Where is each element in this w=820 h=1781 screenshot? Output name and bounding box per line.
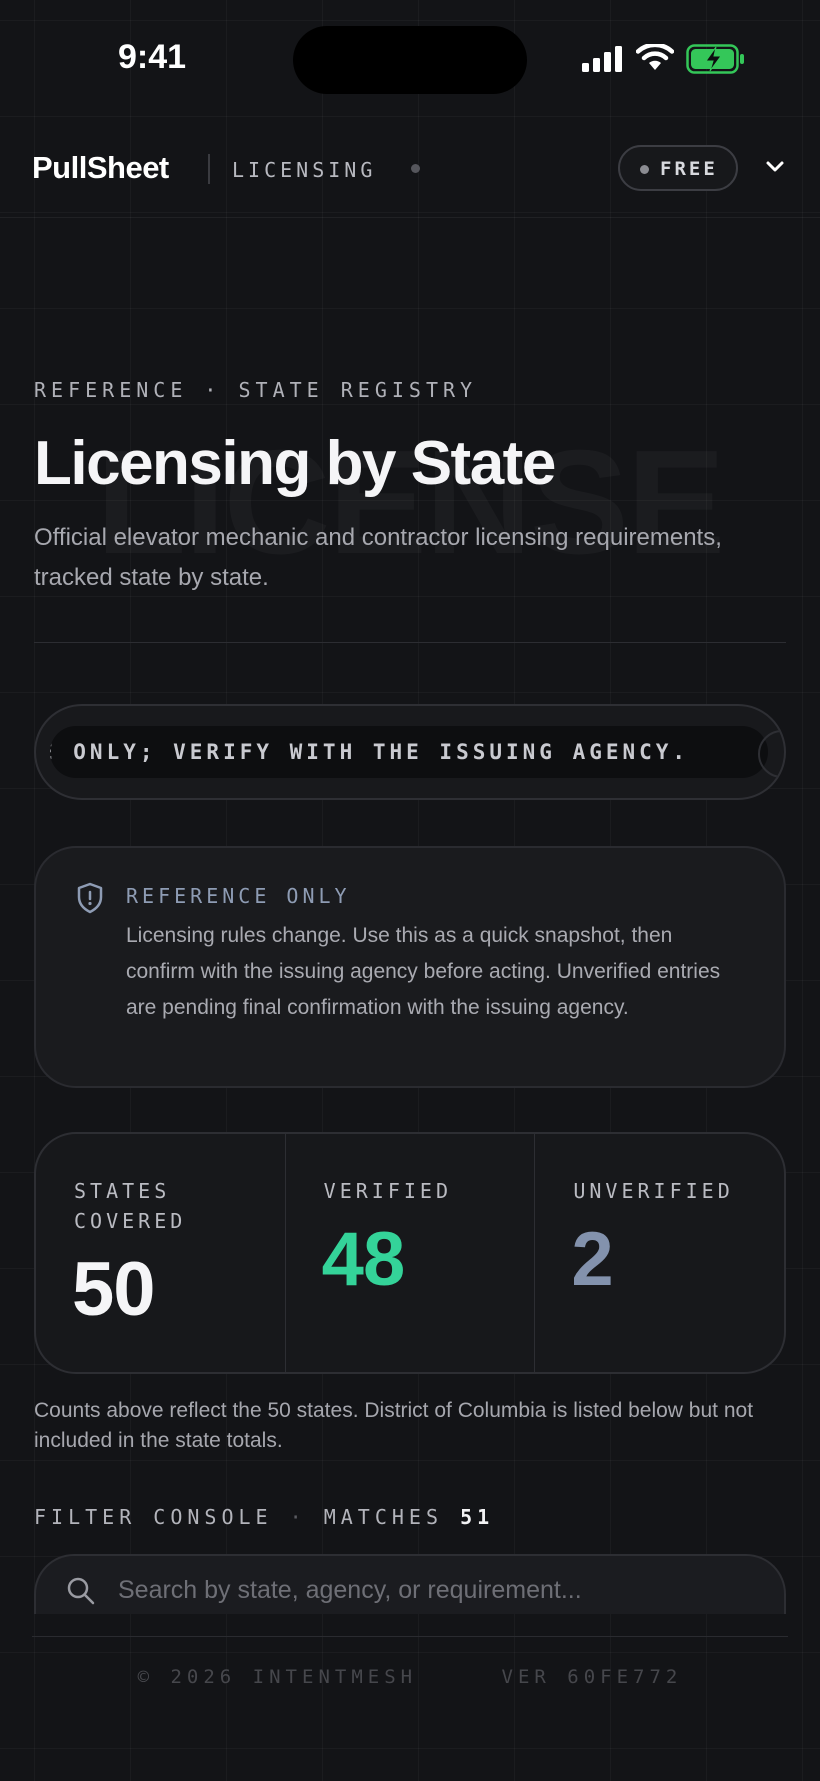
footer: © 2026 INTENTMESH VER 60FE772 xyxy=(0,1666,820,1688)
filter-console-label: FILTER CONSOLE xyxy=(34,1505,273,1529)
filter-console-header: FILTER CONSOLE · MATCHES 51 xyxy=(34,1505,494,1529)
search-icon xyxy=(67,1577,95,1605)
header-divider xyxy=(208,154,210,184)
stats-footnote: Counts above reflect the 50 states. Dist… xyxy=(34,1399,754,1452)
notice-body: Licensing rules change. Use this as a qu… xyxy=(126,924,721,1019)
stats-panel: STATES COVERED 50 VERIFIED 48 UNVERIFIED… xyxy=(34,1132,786,1374)
disclaimer-ticker: E ONLY; VERIFY WITH THE ISSUING AGENCY. xyxy=(34,704,786,800)
stat-states-covered: STATES COVERED 50 xyxy=(36,1134,286,1372)
header-status-dot xyxy=(411,164,420,173)
matches-label: MATCHES xyxy=(323,1505,444,1529)
stat-value: 2 xyxy=(571,1217,613,1302)
app-header: PullSheet LICENSING FREE xyxy=(0,118,820,218)
shield-alert-icon xyxy=(77,882,103,914)
page-subtitle: Official elevator mechanic and contracto… xyxy=(34,524,722,591)
footer-divider xyxy=(32,1636,788,1637)
footer-copyright: © 2026 INTENTMESH xyxy=(137,1666,418,1688)
battery-charging-icon xyxy=(686,44,744,74)
stat-label: STATES COVERED xyxy=(74,1179,187,1233)
search-input[interactable] xyxy=(118,1568,758,1612)
stat-value: 48 xyxy=(321,1217,406,1302)
notice-heading: REFERENCE ONLY xyxy=(126,884,351,908)
wifi-icon xyxy=(636,44,674,70)
ticker-text: E ONLY; VERIFY WITH THE ISSUING AGENCY. xyxy=(50,740,690,764)
plan-badge-dot xyxy=(640,165,649,174)
stat-value: 50 xyxy=(72,1247,156,1332)
ticker-track: E ONLY; VERIFY WITH THE ISSUING AGENCY. xyxy=(50,726,768,778)
plan-badge-button[interactable]: FREE xyxy=(618,145,738,191)
footer-version: VER 60FE772 xyxy=(501,1666,683,1688)
dynamic-island xyxy=(293,26,527,94)
stat-verified: VERIFIED 48 xyxy=(286,1134,536,1372)
status-time: 9:41 xyxy=(118,38,187,76)
app-logo[interactable]: PullSheet xyxy=(32,150,169,186)
stat-unverified: UNVERIFIED 2 xyxy=(535,1134,784,1372)
filter-separator: · xyxy=(289,1505,307,1529)
status-bar: 9:41 xyxy=(0,0,820,110)
hero-eyebrow: REFERENCE · STATE REGISTRY xyxy=(34,378,478,402)
page-title: Licensing by State xyxy=(34,429,556,498)
matches-count: 51 xyxy=(460,1505,495,1529)
section-divider xyxy=(34,642,786,643)
stat-label: UNVERIFIED xyxy=(573,1179,734,1203)
cellular-signal-icon xyxy=(582,46,622,72)
stat-label: VERIFIED xyxy=(323,1179,452,1203)
plan-badge-label: FREE xyxy=(660,158,718,180)
reference-notice-card: REFERENCE ONLY Licensing rules change. U… xyxy=(34,846,786,1088)
chevron-down-icon[interactable] xyxy=(764,156,786,178)
header-section-label: LICENSING xyxy=(232,158,377,182)
search-bar[interactable] xyxy=(34,1554,786,1614)
